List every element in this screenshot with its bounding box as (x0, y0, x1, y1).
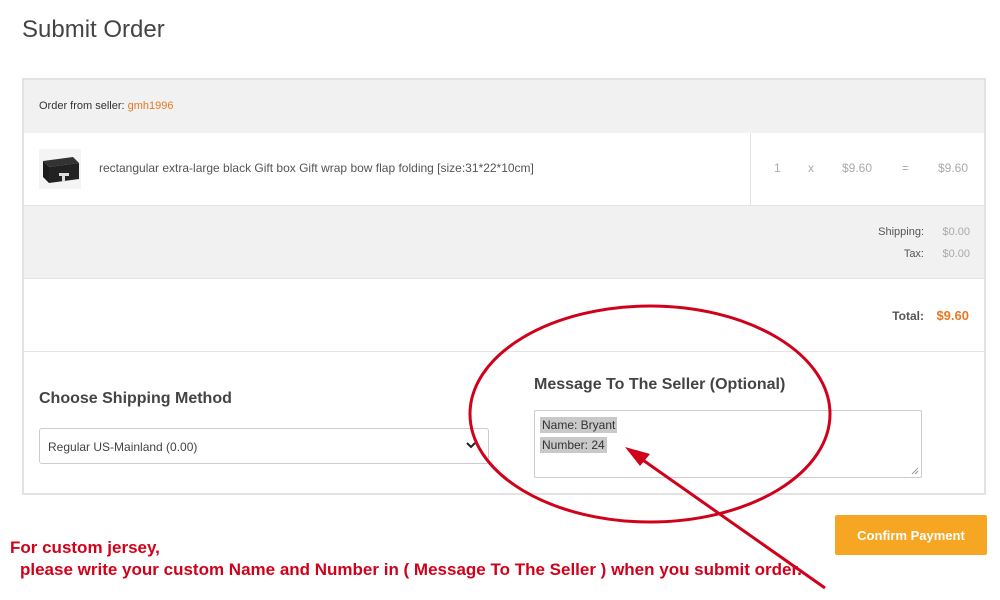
message-textarea[interactable]: Name: Bryant Number: 24 (534, 410, 922, 478)
tax-value: $0.00 (942, 248, 970, 260)
item-unit-price: $9.60 (842, 161, 873, 175)
order-item-row: rectangular extra-large black Gift box G… (24, 133, 984, 206)
fees-row: Shipping: $0.00 Tax: $0.00 (24, 206, 984, 279)
resize-grip-icon[interactable] (911, 467, 919, 475)
annotation-line-1: For custom jersey, (10, 538, 160, 557)
shipping-selected-value: Regular US-Mainland (0.00) (48, 440, 198, 454)
item-quantity: 1 (774, 161, 781, 175)
shipping-method-title: Choose Shipping Method (39, 390, 232, 407)
total-label: Total: (892, 309, 924, 323)
page-title: Submit Order (22, 16, 165, 43)
annotation-line-2: please write your custom Name and Number… (20, 560, 802, 579)
chevron-down-icon (466, 442, 476, 449)
confirm-payment-button[interactable]: Confirm Payment (835, 515, 987, 555)
seller-row: Order from seller: gmh1996 (24, 80, 984, 134)
times-sign: x (808, 161, 814, 175)
tax-label: Tax: (903, 248, 924, 260)
message-line-name: Name: Bryant (540, 417, 618, 433)
seller-name-link[interactable]: gmh1996 (128, 100, 174, 112)
item-title[interactable]: rectangular extra-large black Gift box G… (99, 161, 534, 175)
message-line-number: Number: 24 (540, 437, 607, 453)
seller-label: Order from seller: (39, 100, 125, 112)
shipping-fee-label: Shipping: (878, 226, 924, 238)
order-card: Order from seller: gmh1996 rectangular e… (22, 78, 986, 495)
message-title: Message To The Seller (Optional) (534, 376, 786, 393)
total-value: $9.60 (936, 308, 969, 323)
item-line-total: $9.60 (938, 161, 969, 175)
shipping-fee-value: $0.00 (942, 226, 970, 238)
equals-sign: = (902, 161, 910, 175)
shipping-method-select[interactable]: Regular US-Mainland (0.00) (39, 428, 489, 464)
seller-label-wrap: Order from seller: gmh1996 (39, 100, 174, 112)
divider (750, 133, 751, 205)
total-row: Total: $9.60 (24, 279, 984, 352)
gift-box-image (39, 149, 81, 189)
